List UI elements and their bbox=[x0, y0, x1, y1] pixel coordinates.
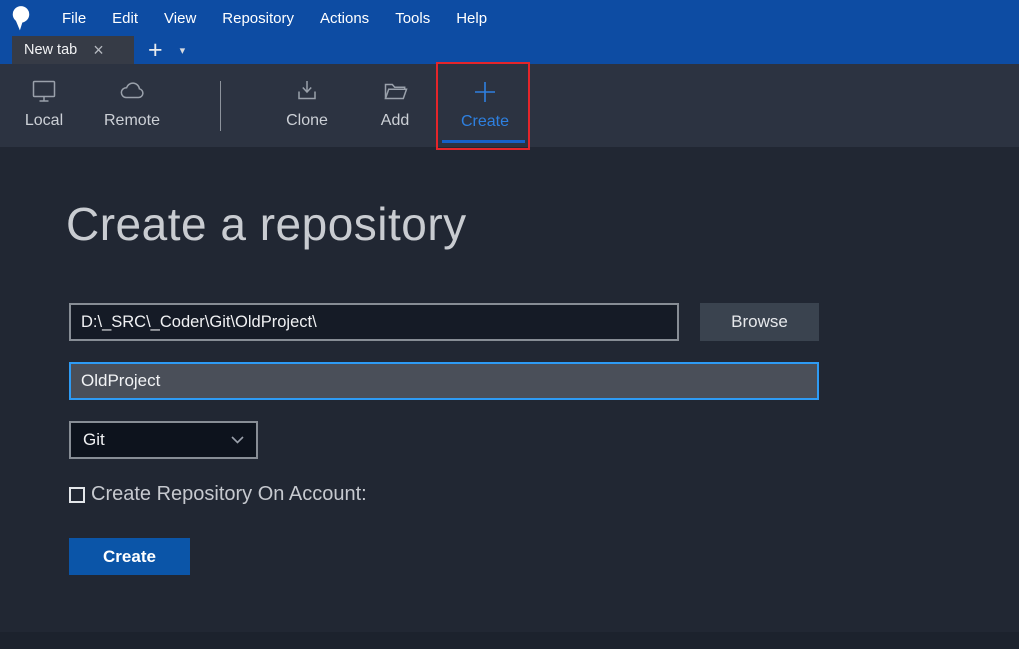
repo-type-select[interactable]: Git bbox=[69, 421, 258, 459]
toolbar-item-local[interactable]: Local bbox=[0, 64, 88, 147]
app-window: File Edit View Repository Actions Tools … bbox=[0, 0, 1019, 649]
account-checkbox-row: Create Repository On Account: bbox=[69, 483, 367, 506]
tab-bar: New tab × + ▾ bbox=[0, 36, 1019, 64]
menu-item-edit[interactable]: Edit bbox=[99, 0, 151, 36]
repo-type-selected-value: Git bbox=[83, 430, 105, 450]
folder-open-icon bbox=[380, 78, 410, 105]
toolbar: Local Remote Clone Add bbox=[0, 64, 1019, 147]
toolbar-label-clone: Clone bbox=[286, 112, 328, 130]
menu-bar: File Edit View Repository Actions Tools … bbox=[49, 0, 500, 36]
main-panel: Create a repository Browse Git Create Re… bbox=[0, 147, 1019, 632]
browse-button[interactable]: Browse bbox=[700, 303, 819, 341]
toolbar-label-create: Create bbox=[461, 113, 509, 131]
menu-item-file[interactable]: File bbox=[49, 0, 99, 36]
tab-list-chevron-down-icon[interactable]: ▾ bbox=[180, 44, 186, 57]
chevron-down-icon bbox=[231, 436, 244, 444]
page-title: Create a repository bbox=[66, 197, 467, 251]
plus-icon bbox=[470, 78, 500, 106]
account-checkbox-label: Create Repository On Account: bbox=[91, 483, 367, 506]
toolbar-label-add: Add bbox=[381, 112, 409, 130]
menu-item-repository[interactable]: Repository bbox=[209, 0, 307, 36]
new-tab-plus-icon[interactable]: + bbox=[148, 37, 163, 63]
menu-item-actions[interactable]: Actions bbox=[307, 0, 382, 36]
toolbar-divider bbox=[220, 81, 221, 131]
account-checkbox[interactable] bbox=[69, 487, 85, 503]
toolbar-label-remote: Remote bbox=[104, 112, 160, 130]
toolbar-item-clone[interactable]: Clone bbox=[263, 64, 351, 147]
tab-new-tab[interactable]: New tab × bbox=[12, 36, 134, 64]
toolbar-label-local: Local bbox=[25, 112, 63, 130]
status-bar bbox=[0, 632, 1019, 649]
menu-item-view[interactable]: View bbox=[151, 0, 209, 36]
toolbar-item-add[interactable]: Add bbox=[351, 64, 439, 147]
tab-label: New tab bbox=[24, 42, 77, 58]
menu-item-tools[interactable]: Tools bbox=[382, 0, 443, 36]
toolbar-item-remote[interactable]: Remote bbox=[88, 64, 176, 147]
app-logo-icon bbox=[10, 4, 32, 32]
tab-close-icon[interactable]: × bbox=[93, 41, 104, 59]
repo-name-input[interactable] bbox=[69, 362, 819, 400]
create-active-underline bbox=[442, 140, 525, 143]
titlebar: File Edit View Repository Actions Tools … bbox=[0, 0, 1019, 36]
menu-item-help[interactable]: Help bbox=[443, 0, 500, 36]
toolbar-item-create[interactable]: Create bbox=[439, 64, 531, 147]
cloud-icon bbox=[117, 78, 147, 105]
download-icon bbox=[292, 78, 322, 105]
monitor-icon bbox=[29, 78, 59, 105]
create-button[interactable]: Create bbox=[69, 538, 190, 575]
destination-path-input[interactable] bbox=[69, 303, 679, 341]
